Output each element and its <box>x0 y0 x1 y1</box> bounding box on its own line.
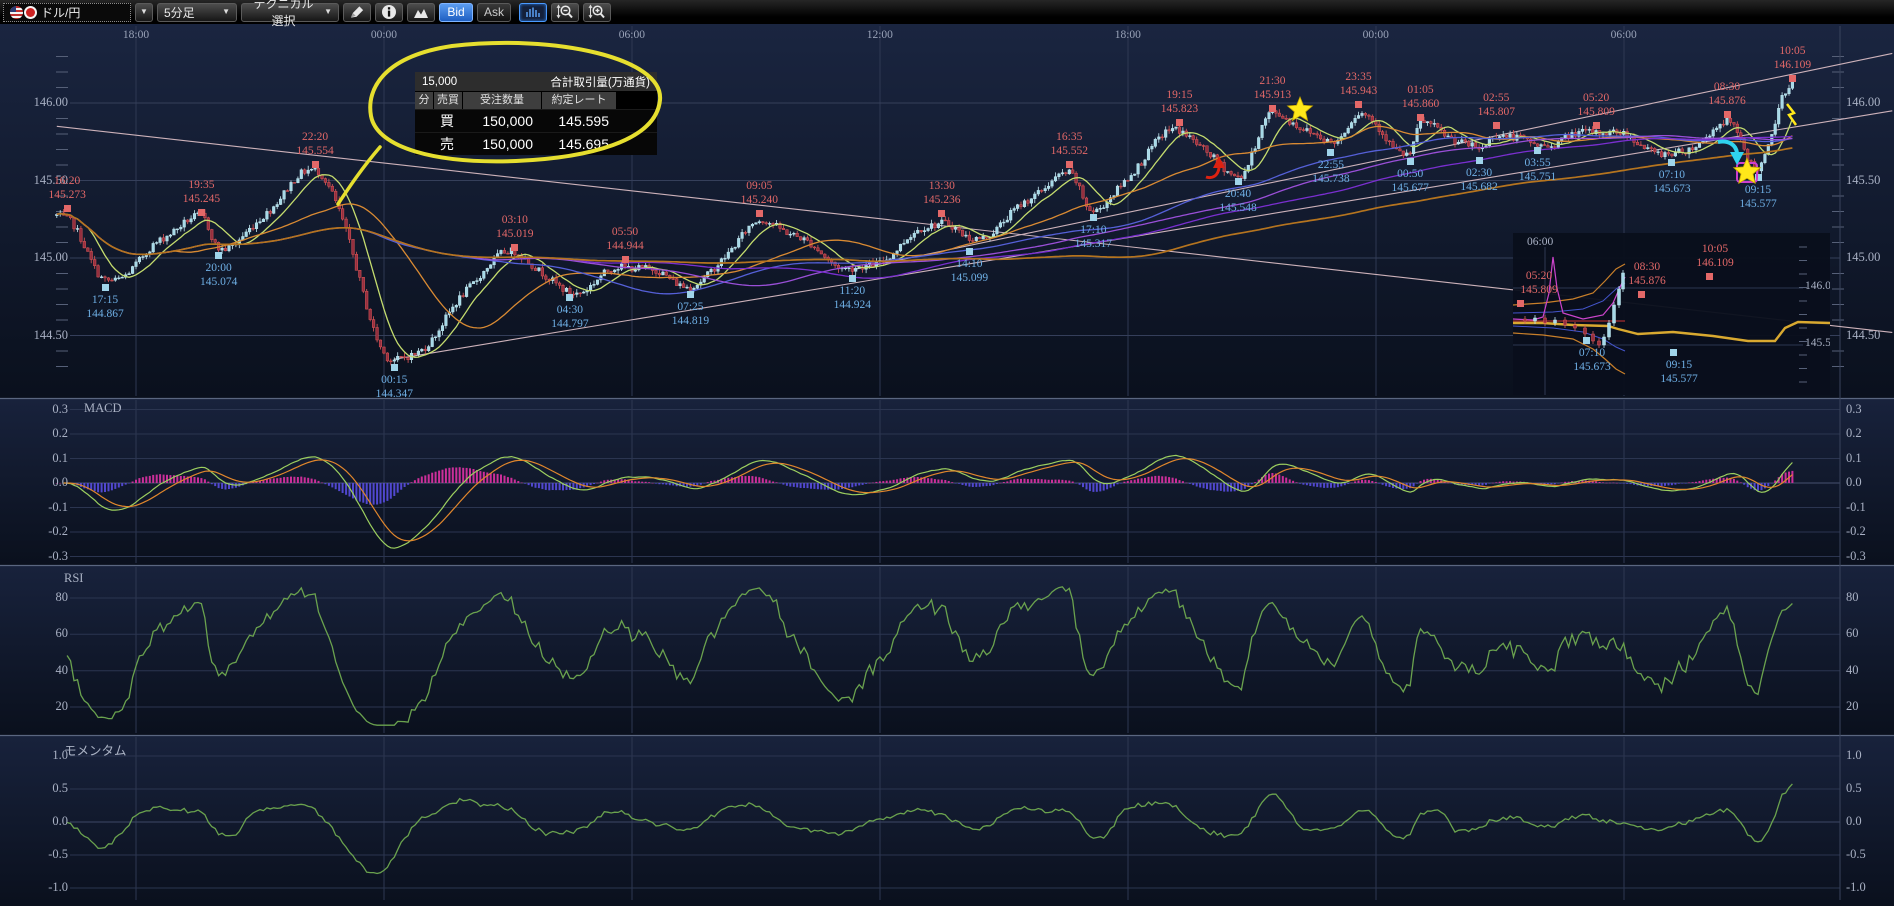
popup-col-minute: 分 <box>415 92 433 109</box>
sell-qty: 150,000 <box>461 136 539 152</box>
inset-chart: 06:00146.0145.505:20145.80907:10145.6730… <box>1513 233 1830 395</box>
toolbar: ドル/円 ▼ 5分足 ▼ テクニカル選択 ▼ <box>0 0 1894 24</box>
mountain-icon <box>413 6 429 19</box>
info-icon <box>381 4 397 20</box>
zoom-out-icon <box>556 4 574 20</box>
volume-display-button[interactable] <box>519 3 547 22</box>
pair-selector[interactable]: ドル/円 <box>3 3 131 22</box>
chevron-down-icon: ▼ <box>140 8 148 16</box>
zoom-out-button[interactable] <box>551 3 579 22</box>
popup-title: 合計取引量(万通貨) <box>550 74 650 90</box>
chart-style-button[interactable] <box>407 3 435 22</box>
pencil-icon <box>350 5 365 19</box>
popup-row-buy: 買 150,000 145.595 <box>415 109 657 132</box>
jp-flag-icon <box>24 6 37 19</box>
popup-col-qty: 受注数量 <box>463 92 541 109</box>
zoom-in-icon <box>588 4 606 20</box>
popup-col-side: 売買 <box>434 92 462 109</box>
buy-side-label: 買 <box>433 111 461 131</box>
rsi-plot <box>67 587 1792 725</box>
draw-tool-button[interactable] <box>343 3 371 22</box>
ask-button[interactable]: Ask <box>477 3 511 22</box>
info-button[interactable] <box>375 3 403 22</box>
popup-row-sell: 売 150,000 145.695 <box>415 132 657 155</box>
chevron-down-icon: ▼ <box>222 8 230 16</box>
chart-canvas[interactable] <box>0 0 1894 906</box>
inset-canvas <box>1513 233 1830 395</box>
timeframe-select[interactable]: 5分足 ▼ <box>157 3 237 22</box>
sell-side-label: 売 <box>433 134 461 154</box>
waveform-icon <box>524 6 542 19</box>
buy-rate: 145.595 <box>539 113 613 129</box>
zoom-in-button[interactable] <box>583 3 611 22</box>
technical-label: テクニカル選択 <box>248 0 319 29</box>
popup-col-rate: 約定レート <box>542 92 616 109</box>
macd-plot <box>56 455 1794 548</box>
momentum-plot <box>67 784 1792 874</box>
fx-chart-window: ドル/円 ▼ 5分足 ▼ テクニカル選択 ▼ <box>0 0 1894 906</box>
us-flag-icon <box>10 6 23 19</box>
sell-rate: 145.695 <box>539 136 613 152</box>
pair-dropdown-button[interactable]: ▼ <box>135 3 153 22</box>
buy-qty: 150,000 <box>461 113 539 129</box>
bid-button[interactable]: Bid <box>439 3 473 22</box>
popup-volume-value: 15,000 <box>422 76 457 88</box>
pair-label: ドル/円 <box>41 4 80 21</box>
timeframe-label: 5分足 <box>164 4 195 21</box>
chevron-down-icon: ▼ <box>324 8 332 16</box>
technical-select[interactable]: テクニカル選択 ▼ <box>241 3 339 22</box>
volume-popup: 15,000 合計取引量(万通貨) 分 売買 受注数量 約定レート 買 150,… <box>415 72 657 155</box>
